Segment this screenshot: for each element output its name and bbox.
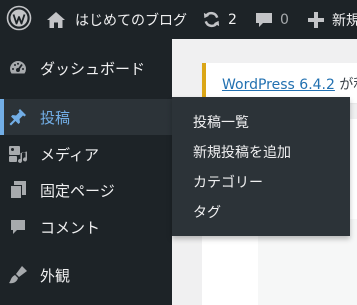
notice-text: WordPress 6.4.2 が利	[222, 74, 357, 94]
wordpress-logo-button[interactable]	[6, 0, 32, 39]
pages-icon	[8, 180, 28, 200]
comments-button[interactable]: 0	[255, 0, 289, 39]
site-name: はじめてのブログ	[75, 12, 187, 29]
posts-submenu: 投稿一覧 新規投稿を追加 カテゴリー タグ	[172, 97, 350, 236]
dashboard-icon	[8, 58, 28, 78]
menu-label-media: メディア	[40, 145, 99, 164]
menu-item-comments[interactable]: コメント	[0, 209, 172, 245]
menu-item-appearance[interactable]: 外観	[0, 257, 172, 293]
submenu-arrow	[163, 111, 172, 129]
appearance-icon	[8, 265, 28, 285]
menu-label-comments: コメント	[40, 218, 101, 237]
menu-item-pages[interactable]: 固定ページ	[0, 172, 172, 208]
notice-suffix: が利	[339, 77, 357, 93]
comment-bubble-icon	[255, 11, 273, 29]
submenu-item-tags[interactable]: タグ	[193, 202, 221, 222]
admin-bar: はじめてのブログ 2 0 新規	[0, 0, 357, 39]
submenu-item-all-posts[interactable]: 投稿一覧	[193, 112, 249, 132]
current-indicator	[0, 99, 4, 135]
comments-count: 0	[280, 11, 289, 28]
menu-label-dashboard: ダッシュボード	[40, 59, 146, 78]
new-content-label: 新規	[332, 12, 357, 29]
wordpress-logo-icon	[6, 5, 32, 35]
menu-item-posts[interactable]: 投稿	[0, 99, 172, 135]
updates-button[interactable]: 2	[202, 0, 237, 39]
pin-icon	[8, 107, 28, 127]
home-icon	[46, 11, 66, 29]
menu-label-appearance: 外観	[40, 266, 71, 285]
site-name-button[interactable]: はじめてのブログ	[46, 0, 187, 39]
wordpress-update-link[interactable]: WordPress 6.4.2	[222, 77, 335, 93]
menu-item-dashboard[interactable]: ダッシュボード	[0, 50, 172, 86]
admin-menu: ダッシュボード 投稿 メディア 固定ページ コメント 外観	[0, 39, 172, 305]
new-content-button[interactable]: 新規	[308, 0, 357, 39]
menu-item-media[interactable]: メディア	[0, 136, 172, 172]
submenu-item-categories[interactable]: カテゴリー	[193, 172, 263, 192]
comment-icon	[8, 217, 28, 237]
submenu-item-add-new-post[interactable]: 新規投稿を追加	[193, 142, 291, 162]
menu-label-posts: 投稿	[40, 108, 71, 127]
refresh-icon	[202, 10, 221, 29]
updates-count: 2	[228, 11, 237, 28]
menu-label-pages: 固定ページ	[40, 181, 115, 200]
media-icon	[8, 144, 28, 164]
plus-icon	[308, 11, 324, 28]
